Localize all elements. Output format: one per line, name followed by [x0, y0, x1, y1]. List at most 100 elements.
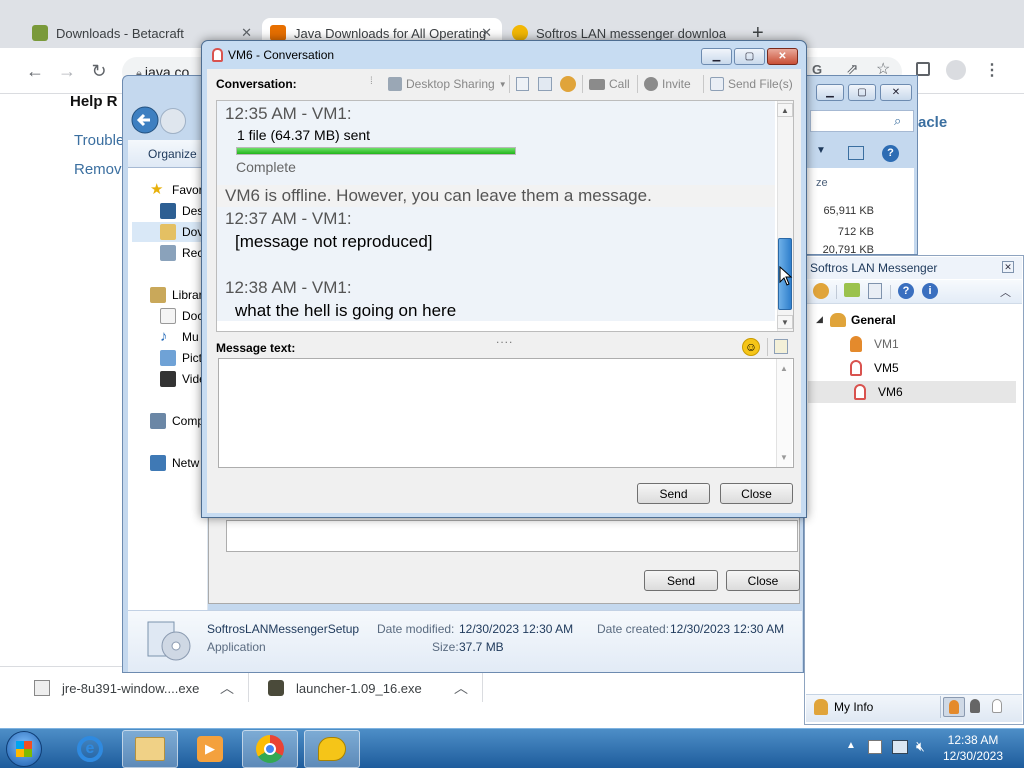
message-scrollbar[interactable] [776, 359, 792, 467]
desktop-sharing-button[interactable]: Desktop Sharing ▼ [388, 75, 507, 93]
splitter-handle[interactable]: .... [496, 332, 513, 346]
close-button[interactable]: ✕ [880, 84, 912, 101]
help-icon[interactable]: ? [882, 145, 899, 162]
nav-downloads[interactable]: Dov [132, 222, 208, 242]
media-player-icon: ▶ [197, 736, 223, 762]
preview-pane-icon[interactable] [848, 146, 864, 160]
contact-vm6[interactable]: VM6 [808, 381, 1016, 403]
invite-button[interactable]: Invite [644, 75, 691, 93]
message-input[interactable] [218, 358, 794, 468]
contact-vm5[interactable]: VM5 [846, 357, 1016, 379]
divider [890, 285, 891, 299]
call-button[interactable]: Call [589, 75, 630, 93]
toolbar-grip: ⁞ [370, 76, 373, 87]
taskbar-media-player[interactable]: ▶ [182, 730, 238, 768]
organize-button[interactable]: Organize [148, 147, 197, 161]
my-info-button[interactable]: My Info [834, 700, 873, 714]
action-center-icon[interactable] [868, 740, 882, 754]
view-options-chevron-icon[interactable]: ▼ [816, 145, 826, 156]
conversation-label: Conversation: [216, 77, 297, 91]
menu-dots-icon[interactable]: ⋮ [984, 60, 1000, 80]
search-icon: ⌕ [894, 113, 902, 128]
background-send-button[interactable]: Send [644, 570, 718, 591]
nav-network[interactable]: Netw [150, 453, 208, 473]
divider [637, 75, 638, 93]
settings-gear-icon[interactable] [813, 283, 829, 299]
help-icon[interactable]: ? [898, 283, 914, 299]
offline-status-icon[interactable] [992, 699, 1002, 713]
expand-group-arrow-icon[interactable]: ◢ [816, 314, 823, 325]
details-file-name: SoftrosLANMessengerSetup [207, 622, 360, 636]
maximize-button[interactable]: ▢ [734, 48, 765, 65]
remove-link[interactable]: Remov [74, 161, 122, 178]
contact-info-icon[interactable] [538, 77, 552, 91]
busy-status-icon[interactable] [970, 699, 980, 713]
launcher-file-icon [268, 680, 284, 696]
open-folder-icon[interactable] [844, 283, 860, 297]
settings-gear-icon[interactable] [560, 76, 576, 92]
close-tab-icon[interactable]: ✕ [241, 25, 252, 41]
download-item-launcher[interactable]: launcher-1.09_16.exe [268, 678, 422, 698]
documents-icon [160, 308, 176, 324]
taskbar-explorer[interactable] [122, 730, 178, 768]
maximize-button[interactable]: ▢ [848, 84, 876, 101]
conversation-title: VM6 - Conversation [228, 48, 335, 62]
contact-group-general[interactable]: General [851, 313, 896, 327]
scroll-up-arrow-icon[interactable]: ▲ [780, 364, 788, 373]
messenger-close-icon[interactable]: ✕ [1002, 261, 1014, 273]
profile-avatar[interactable] [946, 60, 966, 80]
music-icon: ♪ [160, 328, 168, 345]
nav-computer[interactable]: Comp [150, 411, 208, 431]
taskbar-softros-messenger[interactable] [304, 730, 360, 768]
background-message-input[interactable] [226, 520, 798, 552]
nav-favorites[interactable]: ★ Favor [150, 180, 208, 200]
invite-users-icon [644, 77, 658, 91]
divider [509, 75, 510, 93]
send-button[interactable]: Send [637, 483, 710, 504]
taskbar-internet-explorer[interactable]: e [62, 730, 118, 768]
explorer-back-button[interactable] [130, 105, 162, 137]
explorer-forward-button[interactable] [160, 108, 186, 134]
background-close-button[interactable]: Close [726, 570, 800, 591]
taskbar-chrome[interactable] [242, 730, 298, 768]
size-column-header[interactable]: ze [816, 177, 828, 189]
send-files-button[interactable]: Send File(s) [710, 75, 793, 93]
close-dialog-button[interactable]: Close [720, 483, 793, 504]
desktop-sharing-icon [388, 77, 402, 91]
side-panel-icon[interactable] [916, 62, 930, 76]
scroll-down-arrow-icon[interactable]: ▼ [777, 315, 793, 329]
betacraft-favicon-icon [32, 25, 48, 41]
reload-icon[interactable]: ↻ [88, 60, 110, 82]
back-arrow-icon[interactable]: ← [24, 60, 46, 82]
nav-libraries[interactable]: Librar [150, 285, 208, 305]
system-clock[interactable]: 12:38 AM 12/30/2023 [930, 732, 1016, 764]
history-icon[interactable] [516, 77, 529, 91]
info-icon[interactable]: i [922, 283, 938, 299]
contact-vm1[interactable]: VM1 [846, 333, 1016, 355]
scroll-down-arrow-icon[interactable]: ▼ [780, 453, 788, 462]
transfer-status: Complete [236, 159, 296, 175]
download-options-chevron-icon[interactable]: ︿ [220, 678, 234, 698]
status-online-button[interactable] [943, 697, 965, 717]
scroll-up-arrow-icon[interactable]: ▲ [777, 103, 793, 117]
download-item-jre[interactable]: jre-8u391-window....exe [34, 678, 199, 698]
network-tray-icon[interactable] [892, 740, 908, 754]
contact-offline-icon [212, 48, 223, 62]
close-tab-icon[interactable]: ✕ [481, 25, 492, 41]
insert-note-icon[interactable] [774, 339, 788, 354]
forward-arrow-icon[interactable]: → [56, 60, 78, 82]
messenger-toolbar [806, 280, 1022, 304]
close-button[interactable]: ✕ [767, 48, 798, 65]
minimize-button[interactable]: ▁ [816, 84, 844, 101]
history-book-icon[interactable] [868, 283, 882, 299]
download-options-chevron-icon[interactable]: ︿ [454, 678, 468, 698]
volume-muted-icon[interactable]: 🔇︎ [916, 738, 925, 755]
offline-user-icon [854, 384, 866, 400]
pictures-icon [160, 350, 176, 366]
collapse-toolbar-icon[interactable]: ︿ [1000, 284, 1011, 300]
troubleshoot-link[interactable]: Trouble [74, 132, 124, 149]
start-button[interactable] [6, 731, 42, 767]
emoticon-smiley-icon[interactable]: ☺ [742, 338, 760, 356]
show-hidden-icons-icon[interactable]: ▲ [846, 740, 856, 751]
minimize-button[interactable]: ▁ [701, 48, 732, 65]
